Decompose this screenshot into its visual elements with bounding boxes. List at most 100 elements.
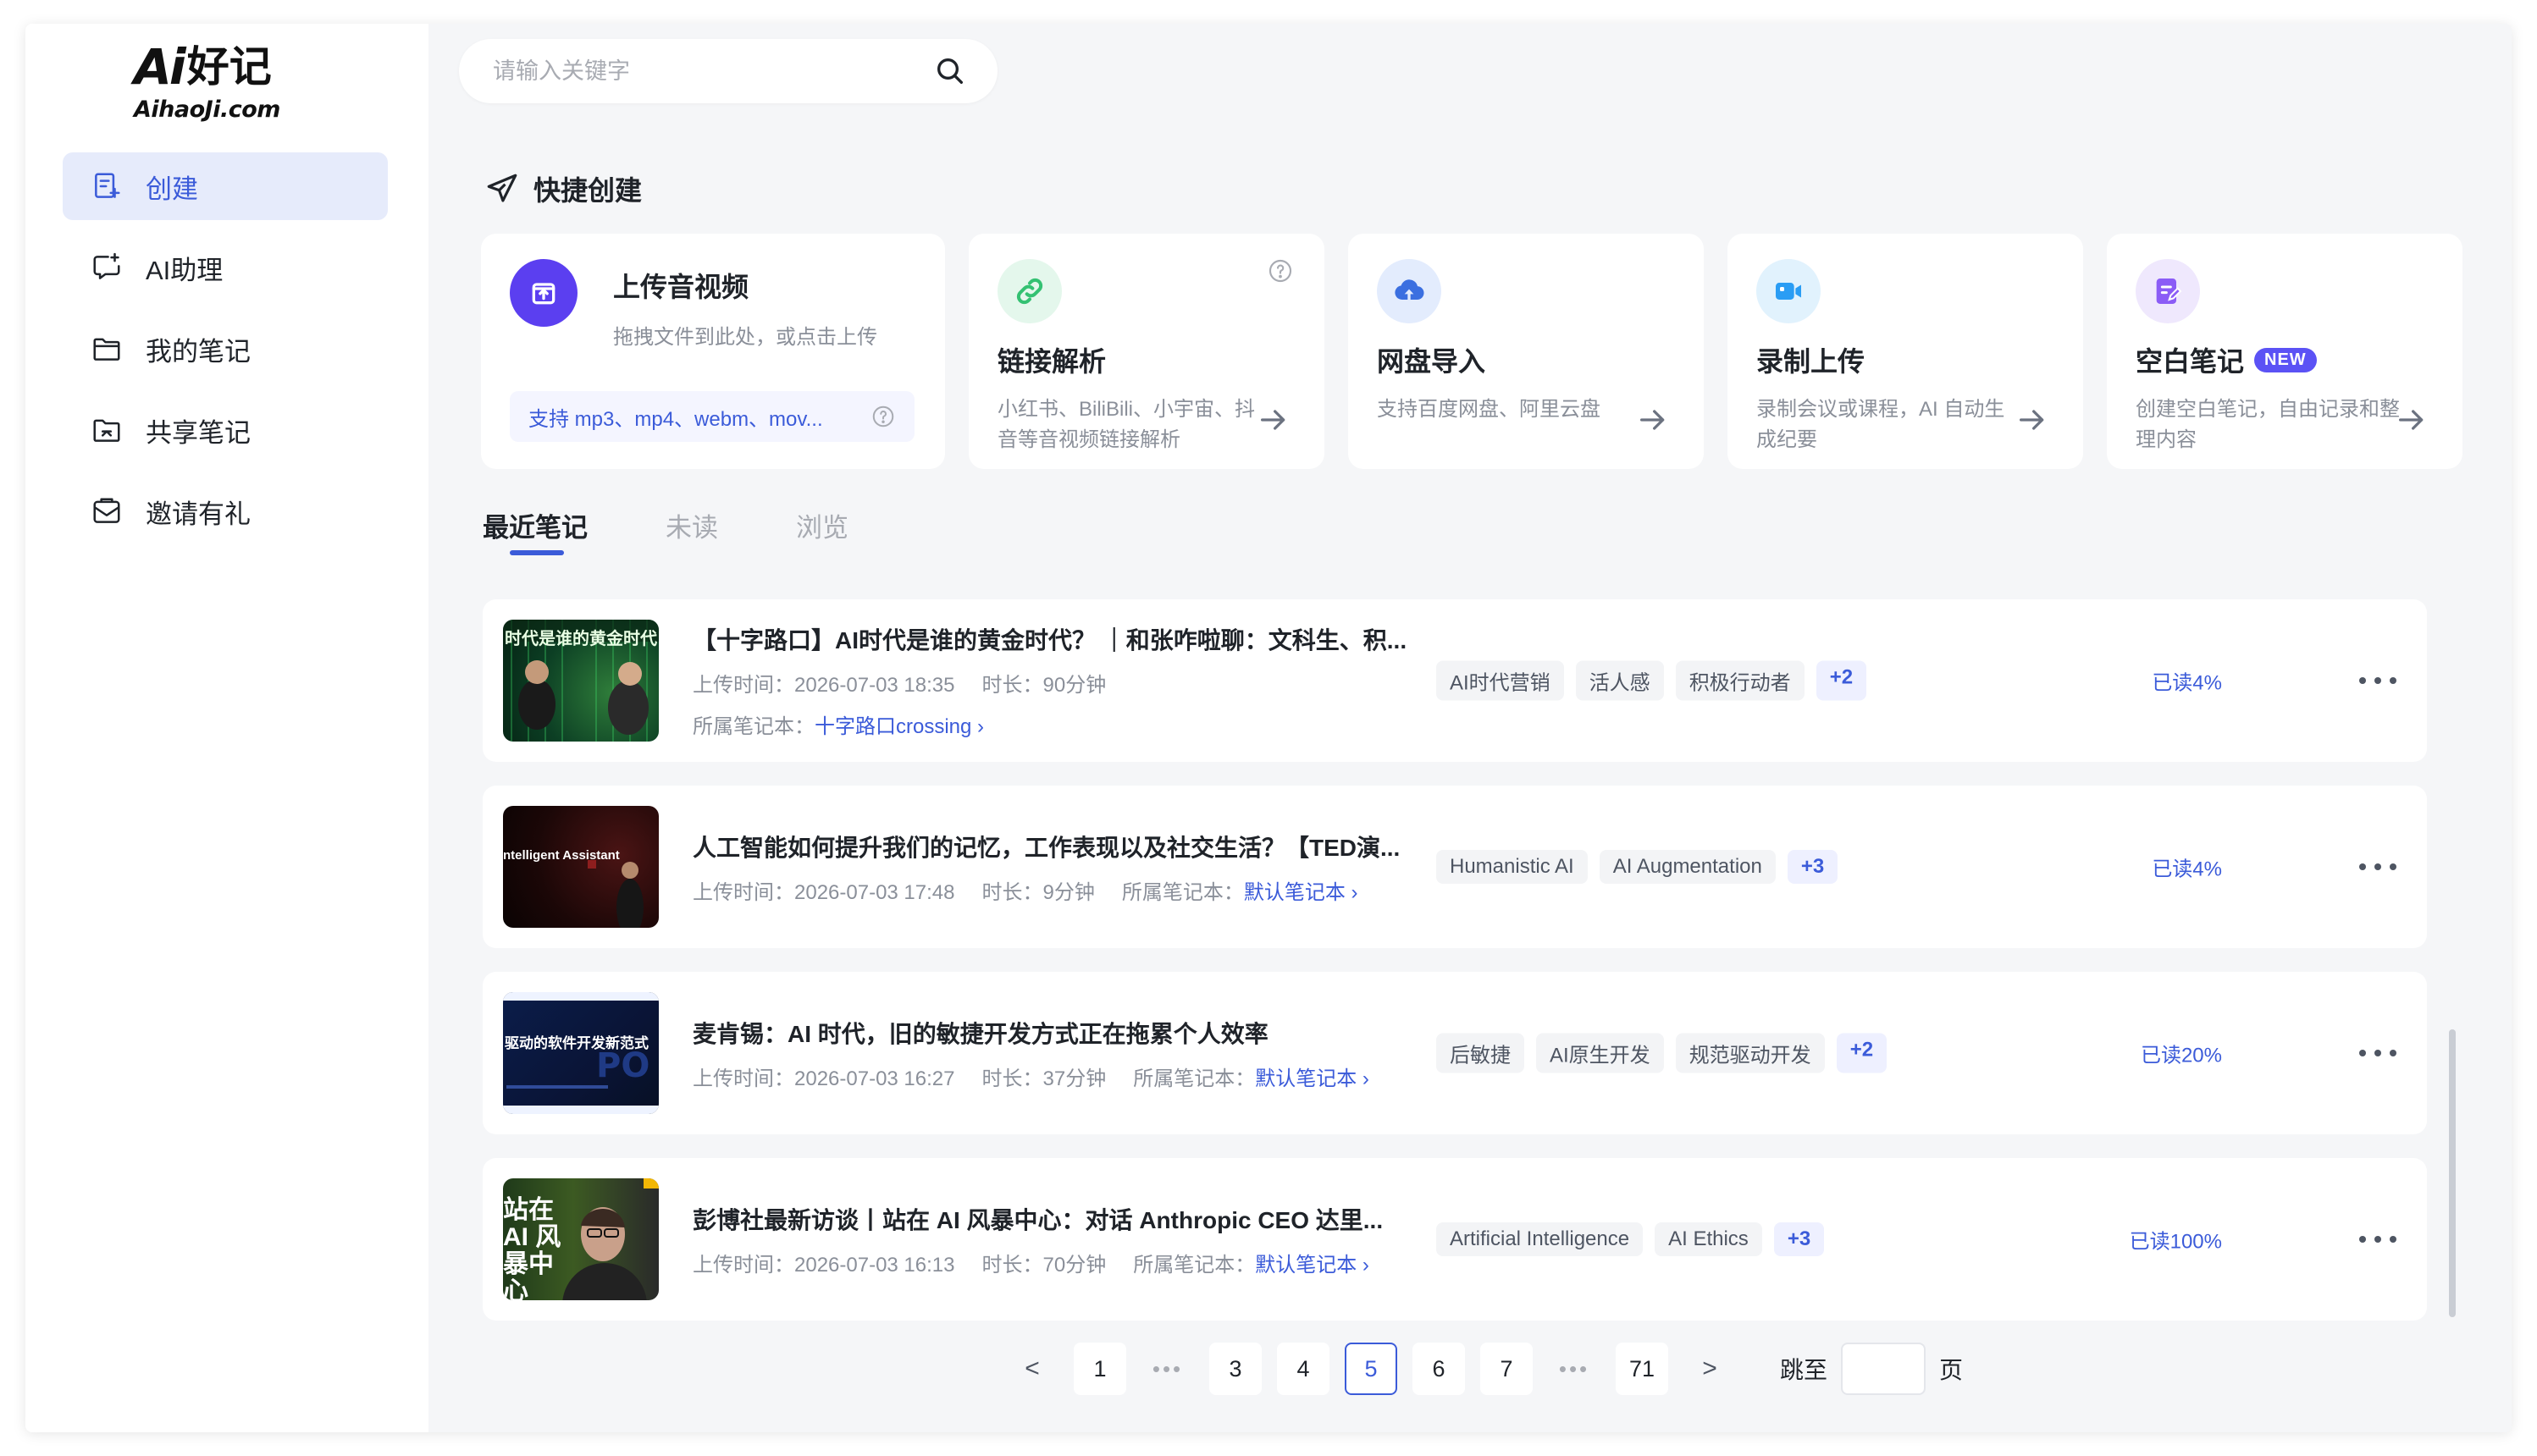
search-input[interactable]: [493, 58, 933, 85]
chevron-right-icon: ›: [1357, 1067, 1369, 1090]
more-tags[interactable]: +2: [1816, 660, 1867, 701]
more-options-icon[interactable]: [2359, 858, 2396, 875]
note-row[interactable]: ntelligent Assistant 人工智能如何提升我们的记忆，工作表现以…: [483, 786, 2427, 948]
link-icon: [998, 259, 1062, 323]
next-page-button[interactable]: >: [1683, 1343, 1736, 1395]
page-ellipsis[interactable]: •••: [1548, 1343, 1600, 1395]
logo[interactable]: Ai 好记 AihaoJi.com: [134, 37, 320, 137]
page-button[interactable]: 4: [1277, 1343, 1329, 1395]
chevron-right-icon: ›: [1345, 880, 1358, 904]
more-options-icon[interactable]: [2359, 1045, 2396, 1062]
notes-list: 时代是谁的黄金时代 【十字路口】AI时代是谁的黄金时代？ ｜和张咋啦聊：文科生、…: [483, 599, 2427, 1344]
tab-recent-notes[interactable]: 最近笔记: [483, 506, 588, 557]
video-camera-icon: [1756, 259, 1821, 323]
duration: 时长：37分钟: [982, 1062, 1107, 1091]
quick-create-title: 快捷创建: [533, 175, 643, 206]
sidebar-item-create[interactable]: 创建: [63, 152, 388, 220]
tag[interactable]: Humanistic AI: [1436, 850, 1588, 884]
note-thumbnail: 站在 AI 风暴中心: [503, 1178, 659, 1300]
note-meta: 上传时间：2026-07-03 16:27 时长：37分钟 所属笔记本：默认笔记…: [693, 1062, 1438, 1091]
notebook-link[interactable]: 默认笔记本: [1244, 881, 1346, 904]
prev-page-button[interactable]: <: [1006, 1343, 1058, 1395]
note-row[interactable]: 时代是谁的黄金时代 【十字路口】AI时代是谁的黄金时代？ ｜和张咋啦聊：文科生、…: [483, 599, 2427, 762]
logo-domain: AihaoJi.com: [134, 97, 280, 123]
upload-time-label: 上传时间：: [693, 1253, 794, 1277]
read-progress: 已读100%: [2129, 1230, 2222, 1254]
sidebar-item-ai-assistant[interactable]: AI助理: [63, 234, 388, 301]
main-content: 快捷创建 上传音视频 拖拽文件到此处，或点击上传 支持 mp3、mp4、webm…: [428, 24, 2512, 1432]
page-button[interactable]: 6: [1412, 1343, 1465, 1395]
sidebar-item-invite[interactable]: 邀请有礼: [63, 477, 388, 545]
card-title: 网盘导入: [1377, 346, 1486, 377]
sidebar-item-shared-notes[interactable]: 共享笔记: [63, 396, 388, 464]
scrollbar[interactable]: [2449, 1029, 2456, 1317]
pagination: < 1 ••• 3 4 5 6 7 ••• 71 > 跳至 页: [1006, 1343, 1963, 1395]
link-parse-card[interactable]: 链接解析 小红书、BiliBili、小宇宙、抖音等音视频链接解析: [969, 234, 1324, 469]
note-tags: 后敏捷 AI原生开发 规范驱动开发 +2: [1436, 1033, 1888, 1073]
notebook-label: 所属笔记本：: [1133, 1067, 1256, 1090]
upload-desc: 拖拽文件到此处，或点击上传: [613, 326, 877, 349]
sidebar-item-label: AI助理: [146, 255, 224, 285]
upload-time: 上传时间：2026-07-03 16:27: [693, 1062, 955, 1091]
note-meta: 上传时间：2026-07-03 17:48 时长：9分钟 所属笔记本：默认笔记本…: [693, 875, 1438, 905]
tag[interactable]: 活人感: [1575, 660, 1664, 701]
arrow-right-icon: [1261, 410, 1285, 430]
tag[interactable]: 后敏捷: [1436, 1033, 1524, 1073]
search-icon[interactable]: [933, 54, 967, 88]
note-info: 人工智能如何提升我们的记忆，工作表现以及社交生活？【TED演... 上传时间：2…: [693, 830, 1438, 905]
tag[interactable]: AI Augmentation: [1599, 850, 1776, 884]
thumbnail-caption: 站在 AI 风暴中心: [503, 1196, 561, 1301]
upload-time: 上传时间：2026-07-03 16:13: [693, 1248, 955, 1277]
duration: 时长：70分钟: [982, 1248, 1107, 1277]
notebook-label: 所属笔记本：: [1133, 1253, 1256, 1277]
tag[interactable]: AI原生开发: [1536, 1033, 1664, 1073]
note-info: 彭博社最新访谈丨站在 AI 风暴中心：对话 Anthropic CEO 达里..…: [693, 1202, 1438, 1277]
page-button[interactable]: 3: [1209, 1343, 1262, 1395]
tag[interactable]: Artificial Intelligence: [1436, 1222, 1644, 1256]
note-title[interactable]: 人工智能如何提升我们的记忆，工作表现以及社交生活？【TED演...: [693, 830, 1438, 863]
tag[interactable]: 积极行动者: [1675, 660, 1805, 701]
more-options-icon[interactable]: [2359, 672, 2396, 689]
more-options-icon[interactable]: [2359, 1231, 2396, 1248]
cloud-import-card[interactable]: 网盘导入 支持百度网盘、阿里云盘: [1348, 234, 1704, 469]
more-tags[interactable]: +3: [1773, 1222, 1825, 1256]
page-jump-input[interactable]: [1841, 1343, 1926, 1395]
page-ellipsis[interactable]: •••: [1141, 1343, 1194, 1395]
notebook-label: 所属笔记本：: [1121, 880, 1244, 904]
note-row[interactable]: PO 驱动的软件开发新范式 麦肯锡：AI 时代，旧的敏捷开发方式正在拖累个人效率…: [483, 972, 2427, 1134]
blank-note-card[interactable]: 空白笔记 NEW 创建空白笔记，自由记录和整理内容: [2107, 234, 2462, 469]
tag[interactable]: AI时代营销: [1436, 660, 1564, 701]
help-icon[interactable]: [1267, 257, 1294, 284]
notebook-link[interactable]: 默认笔记本: [1255, 1254, 1357, 1277]
read-progress: 已读20%: [2140, 1044, 2222, 1067]
record-upload-card[interactable]: 录制上传 录制会议或课程，AI 自动生成纪要: [1727, 234, 2083, 469]
page-button-current[interactable]: 5: [1345, 1343, 1397, 1395]
note-title[interactable]: 【十字路口】AI时代是谁的黄金时代？ ｜和张咋啦聊：文科生、积...: [693, 622, 1438, 656]
upload-time: 上传时间：2026-07-03 18:35: [693, 668, 955, 698]
notebook-link[interactable]: 十字路口crossing: [815, 715, 971, 738]
thumbnail-caption: 驱动的软件开发新范式: [505, 1035, 649, 1051]
notebook-link[interactable]: 默认笔记本: [1255, 1067, 1357, 1090]
note-title[interactable]: 彭博社最新访谈丨站在 AI 风暴中心：对话 Anthropic CEO 达里..…: [693, 1202, 1438, 1236]
duration-value: 70分钟: [1042, 1253, 1107, 1277]
note-row[interactable]: 站在 AI 风暴中心 彭博社最新访谈丨站在 AI 风暴中心：对话 Anthrop…: [483, 1158, 2427, 1321]
tab-unread[interactable]: 未读: [666, 506, 718, 557]
sidebar-item-my-notes[interactable]: 我的笔记: [63, 315, 388, 383]
page-button[interactable]: 1: [1074, 1343, 1126, 1395]
sidebar-item-label: 邀请有礼: [146, 499, 251, 529]
tag[interactable]: AI Ethics: [1655, 1222, 1762, 1256]
help-icon[interactable]: [871, 404, 896, 429]
note-meta: 上传时间：2026-07-03 18:35 时长：90分钟: [693, 668, 1438, 698]
page-button[interactable]: 71: [1616, 1343, 1668, 1395]
tag[interactable]: 规范驱动开发: [1675, 1033, 1825, 1073]
card-desc: 小红书、BiliBili、小宇宙、抖音等音视频链接解析: [998, 398, 1256, 451]
upload-media-card[interactable]: 上传音视频 拖拽文件到此处，或点击上传 支持 mp3、mp4、webm、mov.…: [481, 234, 945, 469]
note-meta-notebook: 所属笔记本：十字路口crossing ›: [693, 709, 1438, 739]
chevron-right-icon: ›: [1357, 1253, 1369, 1277]
page-button[interactable]: 7: [1480, 1343, 1533, 1395]
more-tags[interactable]: +2: [1836, 1033, 1888, 1073]
note-title[interactable]: 麦肯锡：AI 时代，旧的敏捷开发方式正在拖累个人效率: [693, 1016, 1438, 1050]
more-tags[interactable]: +3: [1787, 850, 1838, 884]
notes-tabs: 最近笔记 未读 浏览: [483, 506, 926, 557]
tab-browse[interactable]: 浏览: [796, 506, 848, 557]
